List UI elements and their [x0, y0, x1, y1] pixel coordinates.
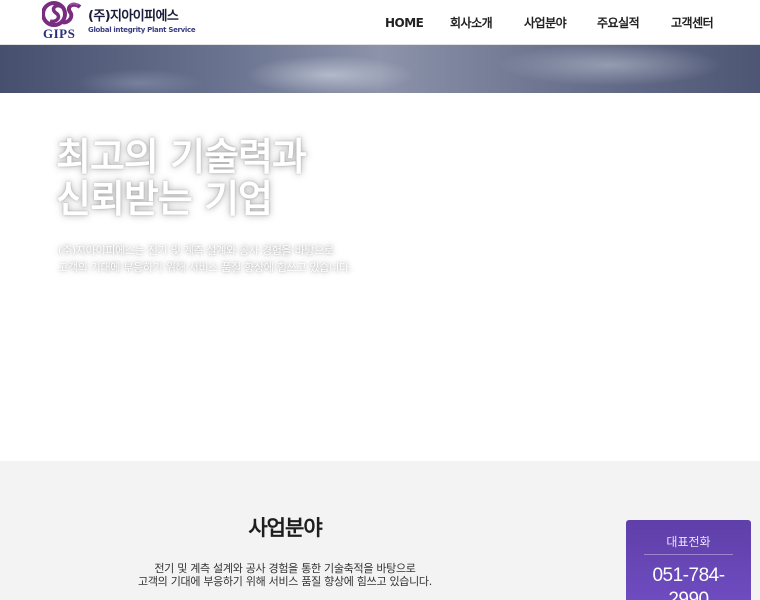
hero-subtext-line-2: 고객의 기대에 부응하기 위해 서비스 품질 향상에 힘쓰고 있습니다.: [58, 261, 352, 274]
nav-item-business[interactable]: 사업분야: [524, 15, 567, 31]
hero-banner-image: [0, 45, 760, 93]
site-header: GIPS (주)지아이피에스 Global integrity Plant Se…: [0, 0, 760, 45]
hero-headline-line-1: 최고의 기술력과: [56, 135, 307, 179]
hero-headline-line-2: 신뢰받는 기업: [56, 177, 273, 221]
nav-item-home[interactable]: HOME: [385, 15, 424, 31]
phone-label: 대표전화: [666, 535, 711, 549]
nav-item-company[interactable]: 회사소개: [450, 15, 493, 31]
hero-section: 최고의 기술력과 신뢰받는 기업 (주)지아이피에스는 전기 및 계측 설계와 …: [0, 93, 760, 461]
main-nav: HOME 회사소개 사업분야 주요실적 고객센터: [0, 0, 760, 44]
phone-number: 051-784-2990: [652, 565, 725, 600]
phone-divider: [644, 554, 733, 555]
nav-item-support[interactable]: 고객센터: [671, 15, 714, 31]
business-desc-line-1: 전기 및 계측 설계와 공사 경험을 통한 기술축적을 바탕으로: [154, 562, 416, 575]
nav-item-projects[interactable]: 주요실적: [597, 15, 640, 31]
hero-subtext-line-1: (주)지아이피에스는 전기 및 계측 설계와 공사 경험을 바탕으로: [58, 244, 334, 257]
business-title: 사업분야: [248, 516, 322, 540]
business-desc-line-2: 고객의 기대에 부응하기 위해 서비스 품질 향상에 힘쓰고 있습니다.: [138, 575, 432, 588]
phone-contact-box[interactable]: 대표전화 051-784-2990: [626, 520, 751, 600]
